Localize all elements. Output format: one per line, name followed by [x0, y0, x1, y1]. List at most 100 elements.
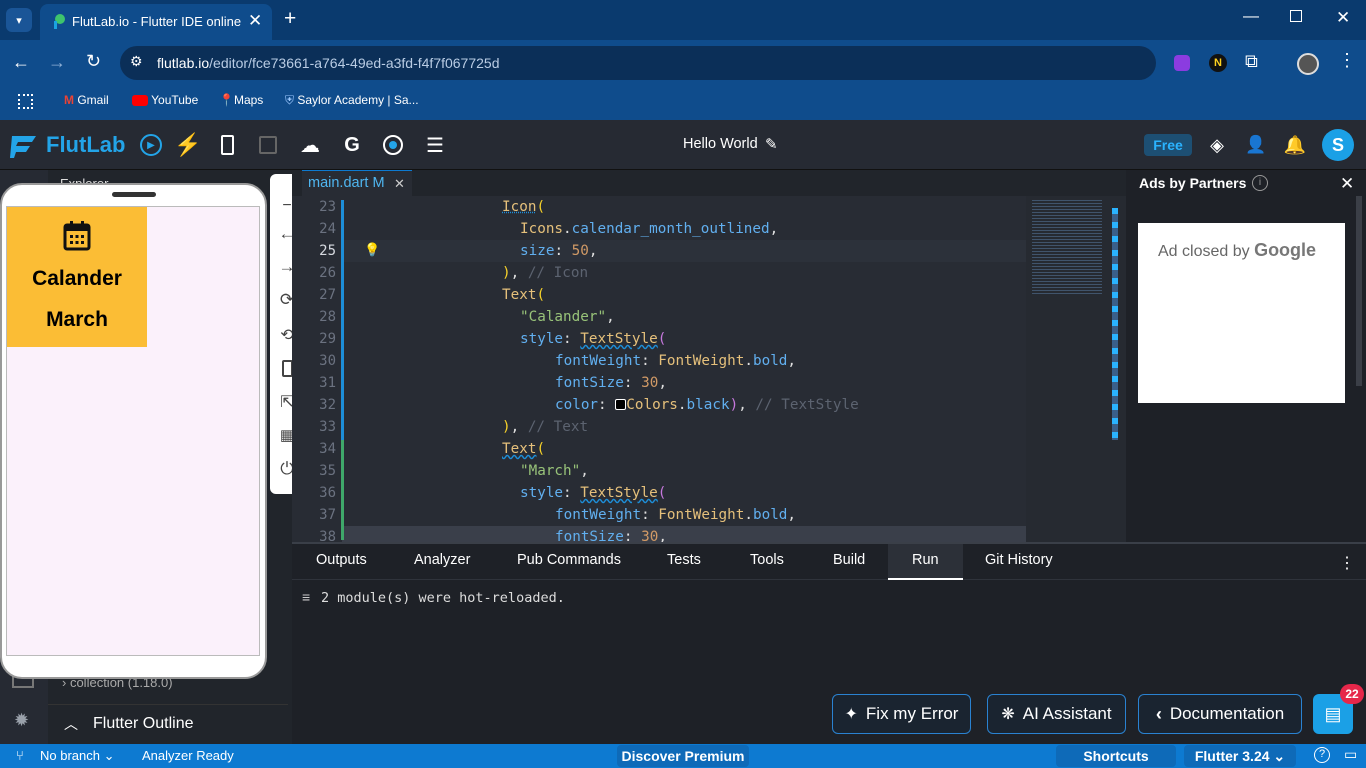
- bookmark-saylor-label: Saylor Academy | Sa...: [297, 93, 419, 107]
- close-ads-icon[interactable]: ✕: [1340, 174, 1354, 194]
- restore-window-button[interactable]: [1290, 10, 1302, 22]
- minimize-window-button[interactable]: —: [1243, 8, 1259, 26]
- code-line: 💡 size: 50,: [342, 240, 1026, 262]
- bookmark-maps-label: Maps: [233, 93, 264, 107]
- flutter-version-label: Flutter 3.24: [1194, 748, 1270, 764]
- close-window-button[interactable]: ✕: [1336, 8, 1350, 28]
- tab-close-icon[interactable]: ✕: [248, 11, 262, 31]
- tab-tools[interactable]: Tools: [750, 544, 784, 580]
- google-g-icon[interactable]: G: [338, 131, 366, 159]
- minimap[interactable]: [1026, 196, 1126, 542]
- extension-purple-icon[interactable]: [1174, 55, 1190, 71]
- browser-tab[interactable]: FlutLab.io - Flutter IDE online ✕: [40, 4, 272, 40]
- editor-tab-close-icon[interactable]: ✕: [394, 176, 405, 192]
- extension-n-icon[interactable]: N: [1209, 54, 1227, 72]
- profile-avatar-icon[interactable]: [1297, 53, 1319, 75]
- line-number: 31: [319, 375, 336, 391]
- branch-label: No branch: [40, 748, 100, 763]
- line-number: 26: [319, 265, 336, 281]
- debug-bug-icon[interactable]: ✹: [14, 710, 29, 731]
- cloud-upload-icon[interactable]: ☁: [296, 131, 324, 159]
- brain-icon: ❋: [1001, 706, 1015, 723]
- tab-run[interactable]: Run: [888, 544, 963, 580]
- tab-search-button[interactable]: ▾: [6, 8, 32, 32]
- line-number: 25: [319, 243, 336, 259]
- bookmark-youtube[interactable]: YouTube: [132, 93, 198, 107]
- notifications-bell-icon[interactable]: 🔔: [1281, 131, 1309, 159]
- device-phone-icon[interactable]: [213, 131, 241, 159]
- url-path: /editor/fce73661-a764-49ed-a3fd-f4f7f067…: [209, 55, 500, 71]
- fix-error-button[interactable]: ✦ Fix my Error: [832, 694, 971, 734]
- address-bar[interactable]: ⚙ flutlab.io/editor/fce73661-a764-49ed-a…: [120, 46, 1156, 80]
- hot-reload-bolt-icon[interactable]: ⚡: [174, 131, 202, 159]
- tab-outputs[interactable]: Outputs: [316, 544, 367, 580]
- line-number: 27: [319, 287, 336, 303]
- color-swatch-icon[interactable]: [615, 399, 627, 410]
- lightbulb-icon[interactable]: 💡: [364, 240, 380, 262]
- bookmark-saylor[interactable]: ⛨ Saylor Academy | Sa...: [285, 93, 419, 108]
- code-line: color: Colors.black), // TextStyle: [555, 397, 859, 413]
- tab-build[interactable]: Build: [833, 544, 865, 580]
- code-line: ), // Icon: [502, 265, 589, 281]
- discover-premium-button[interactable]: Discover Premium: [617, 745, 749, 767]
- documentation-button[interactable]: ‹ Documentation: [1138, 694, 1302, 734]
- calendar-month-icon: [63, 221, 91, 256]
- ads-scrollbar[interactable]: [1356, 196, 1362, 386]
- code-content[interactable]: Icon( Icons.calendar_month_outlined, 💡 si…: [342, 196, 1026, 542]
- code-line: ), // Text: [502, 419, 589, 435]
- card-subtitle: March: [46, 308, 108, 331]
- app-header: FlutLab ▶ ⚡ ☁ G ☰ Hello World ✎ Free ◈ 👤…: [0, 120, 1366, 170]
- analyzer-status: Analyzer Ready: [142, 748, 234, 763]
- bottom-tabs: Outputs Analyzer Pub Commands Tests Tools Bui…: [292, 544, 1366, 580]
- browser-menu-icon[interactable]: ⋮: [1338, 50, 1356, 71]
- ai-assistant-label: AI Assistant: [1022, 704, 1112, 723]
- status-bar: ⑂ No branch ⌄ Analyzer Ready Discover Pr…: [0, 744, 1366, 768]
- gmail-icon: M: [64, 93, 74, 107]
- info-icon[interactable]: i: [1252, 175, 1268, 191]
- line-number: 33: [319, 419, 336, 435]
- line-number: 34: [319, 441, 336, 457]
- ad-slot: Ad closed by Google: [1138, 223, 1345, 403]
- tab-pub-commands[interactable]: Pub Commands: [517, 544, 621, 580]
- line-number: 23: [319, 199, 336, 215]
- editor-tab-main-dart[interactable]: main.dart M ✕: [302, 170, 412, 196]
- save-disk-icon[interactable]: [254, 131, 282, 159]
- hamburger-menu-icon[interactable]: ☰: [421, 131, 449, 159]
- feedback-icon[interactable]: ▭: [1344, 746, 1357, 763]
- flutter-version-selector[interactable]: Flutter 3.24 ⌄: [1184, 745, 1296, 767]
- browser-tab-title: FlutLab.io - Flutter IDE online: [72, 14, 242, 29]
- forward-icon[interactable]: →: [48, 52, 66, 73]
- editor-tab-label: main.dart M: [308, 175, 385, 191]
- layers-icon[interactable]: ◈: [1203, 131, 1231, 159]
- back-icon[interactable]: ←: [12, 52, 30, 73]
- new-tab-button[interactable]: +: [284, 7, 296, 31]
- site-info-icon[interactable]: ⚙: [130, 53, 143, 70]
- help-icon[interactable]: ?: [1314, 747, 1330, 763]
- code-line: style: TextStyle(: [520, 485, 667, 501]
- minimap-scroll-markers: [1112, 208, 1118, 440]
- run-play-icon[interactable]: ▶: [137, 131, 165, 159]
- bookmark-gmail[interactable]: M Gmail: [64, 93, 109, 107]
- calendar-card[interactable]: Calander March: [7, 207, 147, 347]
- panel-more-icon[interactable]: ⋮: [1339, 553, 1355, 573]
- extensions-puzzle-icon[interactable]: ⧉: [1245, 51, 1258, 72]
- bookmark-maps[interactable]: 📍Maps: [219, 93, 263, 107]
- shortcuts-button[interactable]: Shortcuts: [1056, 745, 1176, 767]
- project-title[interactable]: Hello World: [683, 136, 758, 152]
- firebase-target-icon[interactable]: [379, 131, 407, 159]
- apps-grid-icon[interactable]: [18, 94, 33, 109]
- ai-assistant-button[interactable]: ❋ AI Assistant: [987, 694, 1126, 734]
- tab-tests[interactable]: Tests: [667, 544, 701, 580]
- tab-git-history[interactable]: Git History: [985, 544, 1053, 580]
- user-avatar[interactable]: S: [1322, 129, 1354, 161]
- add-user-icon[interactable]: 👤: [1242, 131, 1270, 159]
- code-line: Text(: [502, 441, 546, 457]
- reload-icon[interactable]: ↻: [86, 51, 101, 72]
- edit-pencil-icon[interactable]: ✎: [765, 135, 778, 153]
- line-number: 36: [319, 485, 336, 501]
- branch-selector[interactable]: No branch ⌄: [40, 748, 115, 764]
- maps-icon: 📍: [219, 93, 234, 107]
- plan-badge[interactable]: Free: [1144, 134, 1192, 156]
- tab-analyzer[interactable]: Analyzer: [414, 544, 470, 580]
- flutter-outline-header[interactable]: ︿ Flutter Outline: [48, 704, 288, 742]
